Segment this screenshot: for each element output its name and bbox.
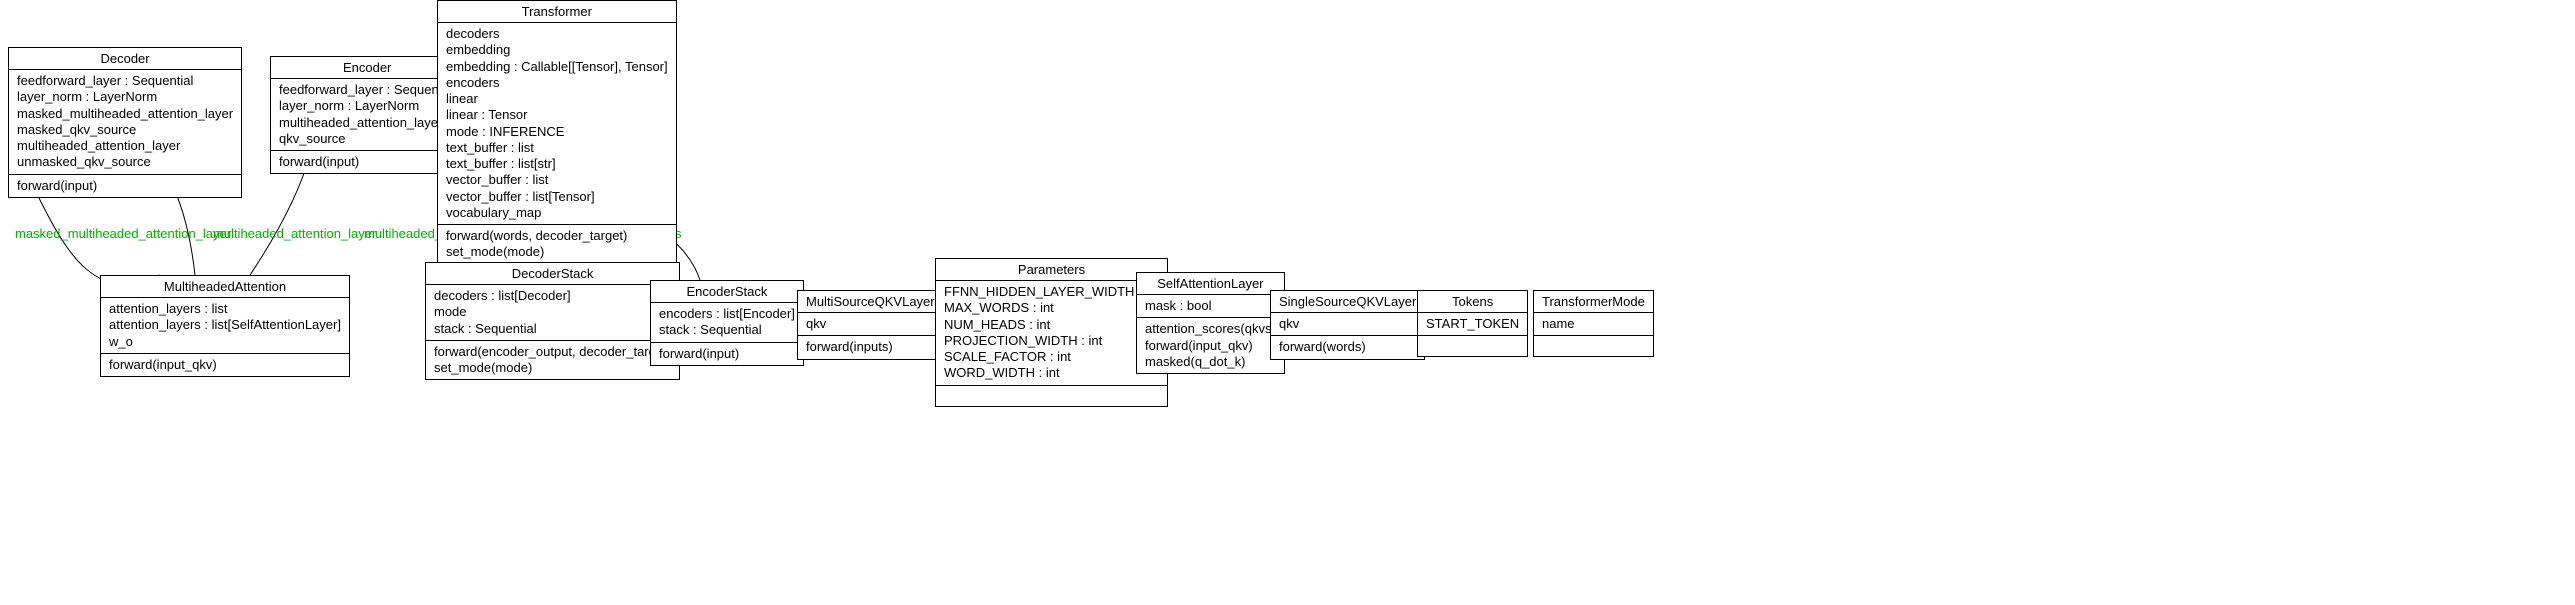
class-title: Decoder xyxy=(9,48,241,70)
edge-label-mha-decoder: multiheaded_attention_layer xyxy=(213,226,376,241)
class-methods: forward(words, decoder_target) set_mode(… xyxy=(438,225,676,264)
class-tokens: Tokens START_TOKEN xyxy=(1417,290,1528,357)
class-multisourceqkvlayer: MultiSourceQKVLayer qkv forward(inputs) xyxy=(797,290,944,360)
class-title: SingleSourceQKVLayer xyxy=(1271,291,1424,313)
class-attrs: qkv xyxy=(1271,313,1424,336)
class-attrs: START_TOKEN xyxy=(1418,313,1527,336)
class-attrs: decoders : list[Decoder] mode stack : Se… xyxy=(426,285,679,341)
class-title: MultiSourceQKVLayer xyxy=(798,291,943,313)
class-selfattentionlayer: SelfAttentionLayer mask : bool attention… xyxy=(1136,272,1285,374)
class-methods: forward(input) xyxy=(271,151,463,173)
class-attrs: FFNN_HIDDEN_LAYER_WIDTH : int MAX_WORDS … xyxy=(936,281,1167,386)
class-parameters: Parameters FFNN_HIDDEN_LAYER_WIDTH : int… xyxy=(935,258,1168,407)
class-methods xyxy=(1534,336,1653,356)
class-attrs: feedforward_layer : Sequential layer_nor… xyxy=(271,79,463,151)
class-title: Parameters xyxy=(936,259,1167,281)
class-decoder: Decoder feedforward_layer : Sequential l… xyxy=(8,47,242,198)
class-attrs: attention_layers : list attention_layers… xyxy=(101,298,349,354)
class-title: Encoder xyxy=(271,57,463,79)
edge-label-masked-mha: masked_multiheaded_attention_layer xyxy=(15,226,231,241)
class-multiheadedattention: MultiheadedAttention attention_layers : … xyxy=(100,275,350,377)
class-title: MultiheadedAttention xyxy=(101,276,349,298)
class-attrs: name xyxy=(1534,313,1653,336)
class-title: SelfAttentionLayer xyxy=(1137,273,1284,295)
class-attrs: mask : bool xyxy=(1137,295,1284,318)
class-methods: attention_scores(qkvs) forward(input_qkv… xyxy=(1137,318,1284,373)
class-title: Transformer xyxy=(438,1,676,23)
class-methods: forward(inputs) xyxy=(798,336,943,358)
class-encoderstack: EncoderStack encoders : list[Encoder] st… xyxy=(650,280,804,366)
class-attrs: decoders embedding embedding : Callable[… xyxy=(438,23,676,225)
class-methods xyxy=(1418,336,1527,356)
class-singlesourceqkvlayer: SingleSourceQKVLayer qkv forward(words) xyxy=(1270,290,1425,360)
class-title: DecoderStack xyxy=(426,263,679,285)
class-methods: forward(input) xyxy=(651,343,803,365)
class-attrs: encoders : list[Encoder] stack : Sequent… xyxy=(651,303,803,343)
class-methods: forward(encoder_output, decoder_target) … xyxy=(426,341,679,380)
class-transformer: Transformer decoders embedding embedding… xyxy=(437,0,677,265)
class-decoderstack: DecoderStack decoders : list[Decoder] mo… xyxy=(425,262,680,380)
class-attrs: feedforward_layer : Sequential layer_nor… xyxy=(9,70,241,175)
class-methods: forward(input_qkv) xyxy=(101,354,349,376)
class-transformermode: TransformerMode name xyxy=(1533,290,1654,357)
class-attrs: qkv xyxy=(798,313,943,336)
class-title: Tokens xyxy=(1418,291,1527,313)
class-encoder: Encoder feedforward_layer : Sequential l… xyxy=(270,56,464,174)
class-title: TransformerMode xyxy=(1534,291,1653,313)
class-methods: forward(input) xyxy=(9,175,241,197)
class-title: EncoderStack xyxy=(651,281,803,303)
class-methods xyxy=(936,386,1167,406)
class-methods: forward(words) xyxy=(1271,336,1424,358)
